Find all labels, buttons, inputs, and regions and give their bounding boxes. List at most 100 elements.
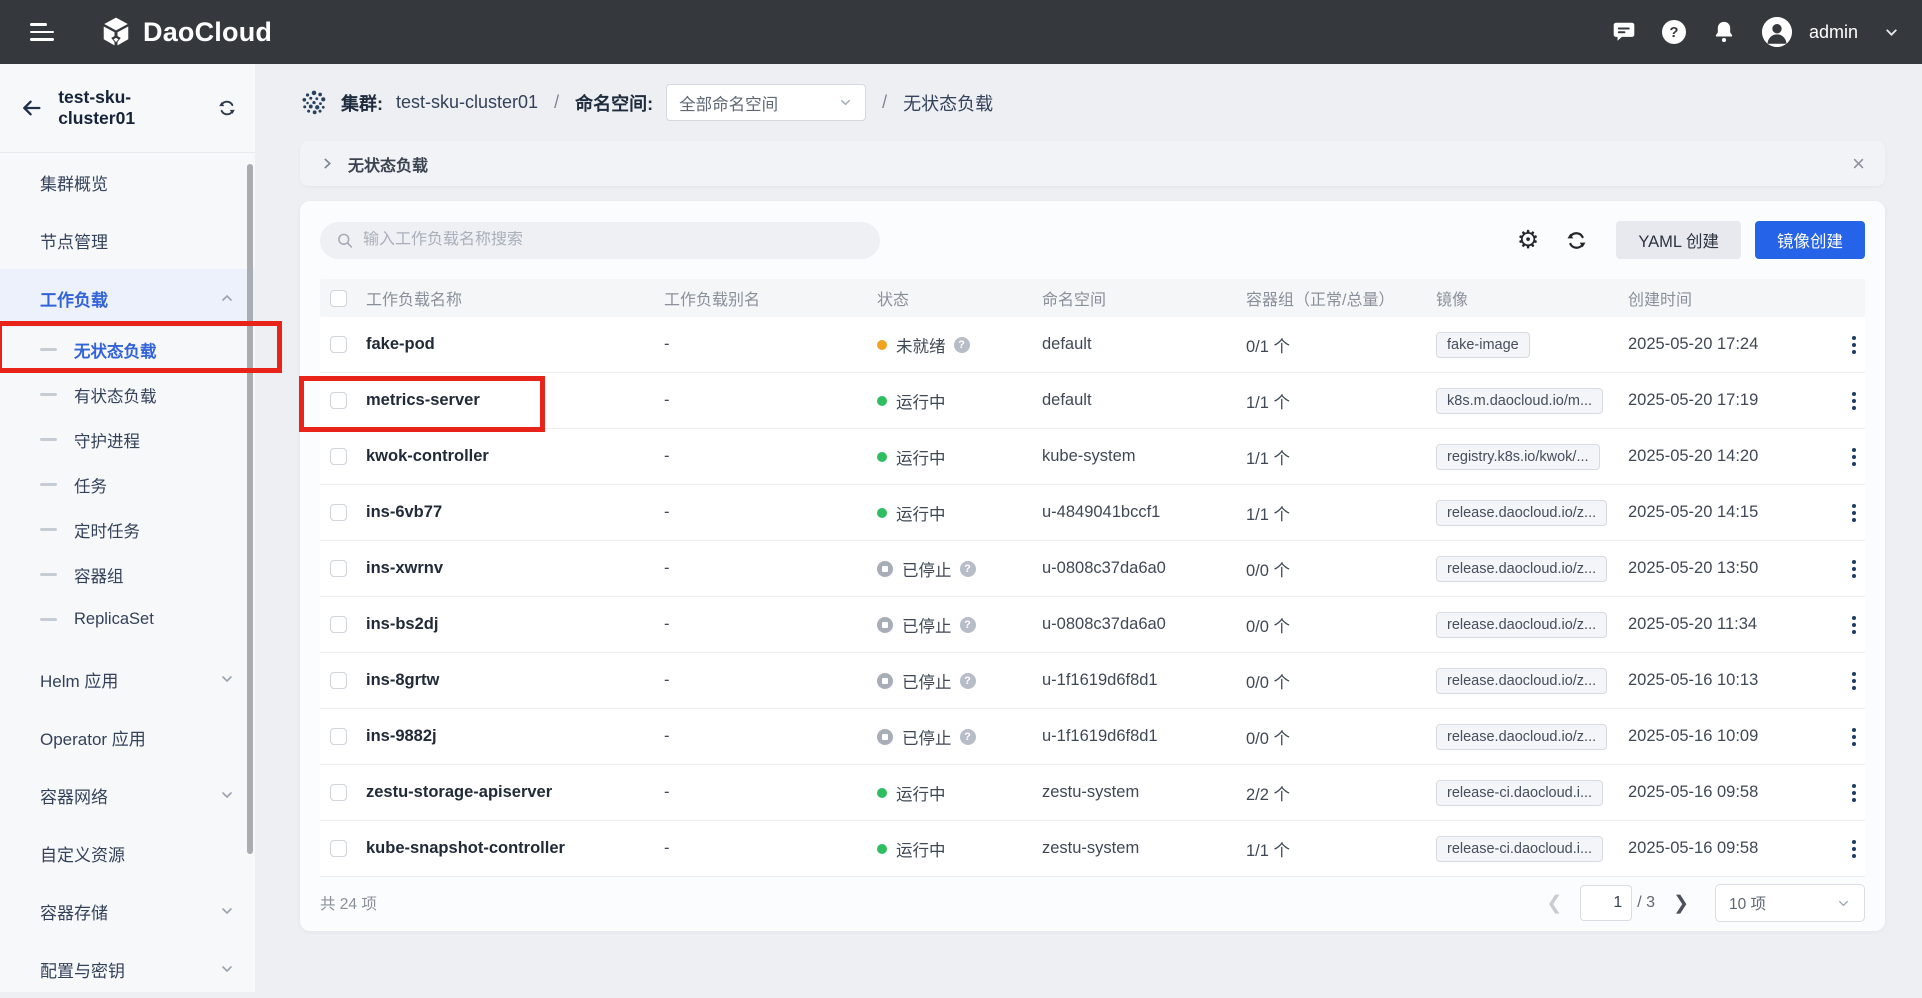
image-create-button[interactable]: 镜像创建 [1755,221,1865,259]
workload-name-link[interactable]: zestu-storage-apiserver [366,783,552,802]
search-input[interactable] [363,231,864,249]
workload-name-link[interactable]: ins-xwrnv [366,559,443,578]
workload-name-link[interactable]: ins-6vb77 [366,503,442,522]
row-checkbox[interactable] [330,784,347,801]
workload-name-link[interactable]: kube-snapshot-controller [366,839,565,858]
page-size-select[interactable]: 10 项 [1715,884,1865,922]
status-text: 运行中 [896,389,946,413]
notifications-bell-icon[interactable] [1711,19,1737,45]
row-checkbox[interactable] [330,336,347,353]
status-help-icon[interactable]: ? [960,617,976,633]
table-row: kwok-controller - 运行中 kube-system 1/1 个 … [320,429,1865,485]
image-tag: release.daocloud.io/z... [1436,724,1607,750]
workload-name-link[interactable]: ins-bs2dj [366,615,438,634]
select-all-checkbox[interactable] [330,290,347,307]
kebab-menu-icon[interactable] [1846,836,1862,862]
dash-icon [40,393,57,396]
status-icon [877,844,887,854]
status-icon [877,788,887,798]
status-help-icon[interactable]: ? [954,337,970,353]
kebab-menu-icon[interactable] [1846,668,1862,694]
help-icon[interactable]: ? [1662,20,1686,44]
sidebar-item[interactable]: 容器组 [0,552,255,597]
search-box[interactable] [320,222,880,259]
workload-name-link[interactable]: ins-9882j [366,727,437,746]
workload-alias: - [664,447,877,466]
kebab-menu-icon[interactable] [1846,724,1862,750]
status-help-icon[interactable]: ? [960,673,976,689]
status-help-icon[interactable]: ? [960,561,976,577]
sidebar-item[interactable]: 自定义资源 [0,824,255,882]
sidebar-scrollbar[interactable] [247,164,253,854]
workload-name-link[interactable]: ins-8grtw [366,671,439,690]
breadcrumb: 集群: test-sku-cluster01 / 命名空间: 全部命名空间 / … [255,64,1922,141]
sidebar-item[interactable]: 任务 [0,462,255,507]
chevron-right-icon[interactable] [320,156,335,171]
prev-page-icon[interactable]: ❮ [1546,892,1562,915]
avatar[interactable] [1762,17,1792,47]
sidebar-item[interactable]: 容器存储 [0,882,255,940]
sidebar-item[interactable]: ReplicaSet [0,597,255,642]
sidebar-item[interactable]: 节点管理 [0,211,255,269]
yaml-create-button[interactable]: YAML 创建 [1616,221,1741,259]
username[interactable]: admin [1809,22,1858,43]
sidebar-item[interactable]: 守护进程 [0,417,255,462]
next-page-icon[interactable]: ❯ [1673,892,1689,915]
status-text: 已停止 [902,725,952,749]
status-text: 已停止 [902,557,952,581]
sidebar-item[interactable]: 容器网络 [0,766,255,824]
kebab-menu-icon[interactable] [1846,388,1862,414]
table-row: ins-8grtw - 已停止 ? u-1f1619d6f8d1 0/0 个 r… [320,653,1865,709]
row-checkbox[interactable] [330,840,347,857]
gear-icon[interactable]: ⚙ [1517,228,1539,253]
namespace-cell: u-0808c37da6a0 [1042,615,1246,634]
back-arrow-icon[interactable] [20,96,43,120]
total-count: 共 24 项 [320,892,377,914]
sidebar-item[interactable]: 配置与密钥 [0,940,255,998]
row-checkbox[interactable] [330,560,347,577]
pods-cell: 1/1 个 [1246,501,1436,525]
switch-cluster-icon[interactable] [217,98,237,118]
namespace-cell: default [1042,391,1246,410]
cluster-name: test-sku-cluster01 [58,87,203,129]
sidebar-item[interactable]: 集群概览 [0,153,255,211]
kebab-menu-icon[interactable] [1846,780,1862,806]
sidebar-item-label: Operator 应用 [40,725,146,750]
breadcrumb-cluster-value[interactable]: test-sku-cluster01 [396,92,538,113]
workload-name-link[interactable]: metrics-server [366,391,480,410]
chevron-up-icon [219,290,235,306]
sidebar-item[interactable]: 有状态负载 [0,372,255,417]
row-checkbox[interactable] [330,616,347,633]
namespace-select[interactable]: 全部命名空间 [666,84,866,121]
kebab-menu-icon[interactable] [1846,444,1862,470]
row-checkbox[interactable] [330,504,347,521]
image-tag: release.daocloud.io/z... [1436,556,1607,582]
brand-logo[interactable]: DaoCloud [100,16,272,48]
workload-name-link[interactable]: kwok-controller [366,447,489,466]
user-chevron-down-icon[interactable] [1883,24,1900,41]
created-time-cell: 2025-05-20 11:34 [1628,615,1838,634]
feedback-icon[interactable] [1611,19,1637,45]
kebab-menu-icon[interactable] [1846,500,1862,526]
row-checkbox[interactable] [330,672,347,689]
row-checkbox[interactable] [330,728,347,745]
kebab-menu-icon[interactable] [1846,332,1862,358]
sidebar-item-label: 工作负载 [40,286,108,311]
page-number-input[interactable] [1580,885,1632,921]
sidebar-item-label: 有状态负载 [74,383,157,407]
sidebar-item[interactable]: 无状态负载 [0,327,255,372]
refresh-icon[interactable] [1565,229,1588,252]
kebab-menu-icon[interactable] [1846,556,1862,582]
workload-name-link[interactable]: fake-pod [366,335,435,354]
sidebar-item[interactable]: Helm 应用 [0,650,255,708]
kebab-menu-icon[interactable] [1846,612,1862,638]
close-icon[interactable]: × [1852,153,1865,175]
sidebar-item[interactable]: 定时任务 [0,507,255,552]
row-checkbox[interactable] [330,392,347,409]
sidebar-item[interactable]: 工作负载 [0,269,255,327]
namespace-cell: zestu-system [1042,783,1246,802]
status-help-icon[interactable]: ? [960,729,976,745]
sidebar-item[interactable]: Operator 应用 [0,708,255,766]
row-checkbox[interactable] [330,448,347,465]
hamburger-menu-icon[interactable] [30,23,54,41]
